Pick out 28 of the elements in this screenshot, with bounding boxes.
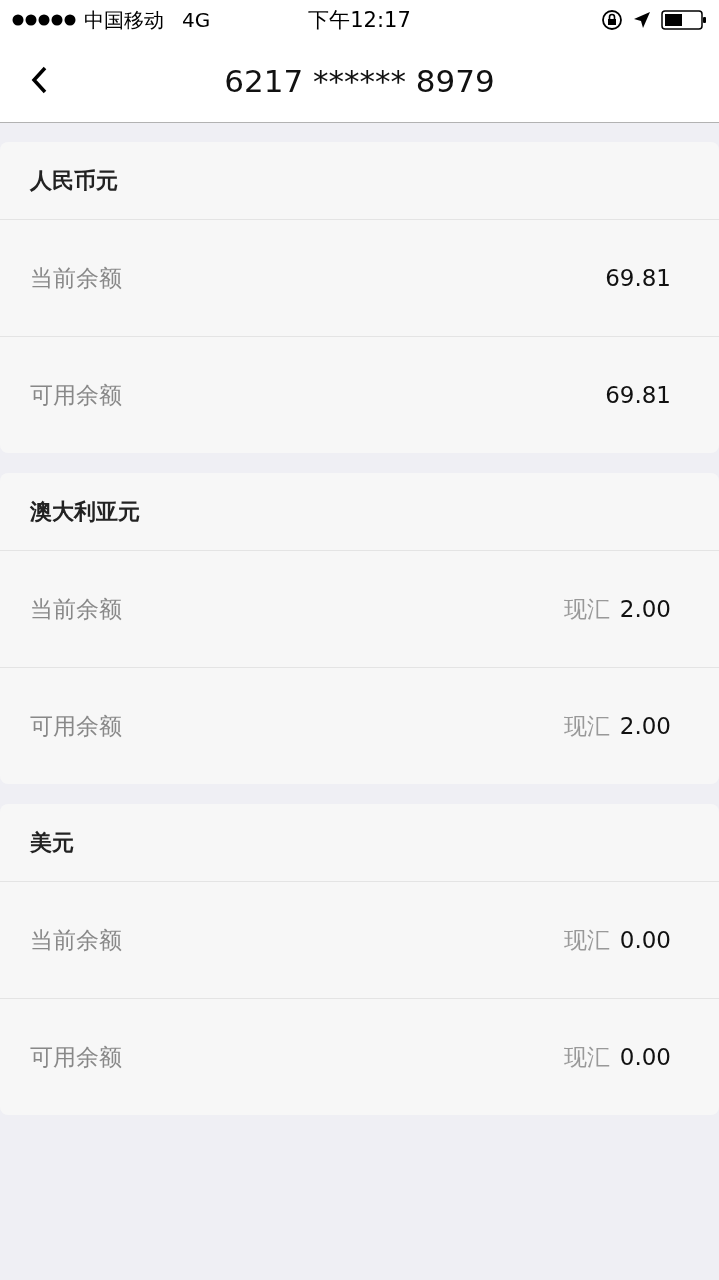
currency-name: 澳大利亚元 <box>30 497 140 526</box>
balance-amount: 0.00 <box>619 1044 671 1070</box>
balance-amount: 69.81 <box>605 382 671 408</box>
back-icon[interactable] <box>30 65 48 95</box>
cash-type-label: 现汇 <box>563 925 610 955</box>
balance-label: 可用余额 <box>30 711 122 741</box>
carrier-name: 中国移动 <box>84 6 164 34</box>
balance-amount: 69.81 <box>605 265 671 291</box>
balance-label: 当前余额 <box>30 263 122 293</box>
balance-label: 当前余额 <box>30 594 122 624</box>
balance-amount: 2.00 <box>619 596 671 622</box>
cash-type-label: 现汇 <box>563 711 610 741</box>
cash-type-label: 现汇 <box>563 1042 610 1072</box>
balance-label: 当前余额 <box>30 925 122 955</box>
battery-icon <box>661 10 707 30</box>
cash-type-label: 现汇 <box>563 594 610 624</box>
balance-label: 可用余额 <box>30 380 122 410</box>
network-type: 4G <box>182 8 211 32</box>
status-time: 下午12:17 <box>308 7 411 34</box>
balance-amount: 2.00 <box>619 713 671 739</box>
location-arrow-icon <box>633 11 651 29</box>
rotation-lock-icon <box>601 9 623 31</box>
currency-name: 人民币元 <box>30 166 118 195</box>
signal-icon <box>12 14 78 26</box>
card-number-title: 6217 ****** 8979 <box>224 63 495 99</box>
currency-name: 美元 <box>30 828 74 857</box>
balance-label: 可用余额 <box>30 1042 122 1072</box>
balance-amount: 0.00 <box>619 927 671 953</box>
